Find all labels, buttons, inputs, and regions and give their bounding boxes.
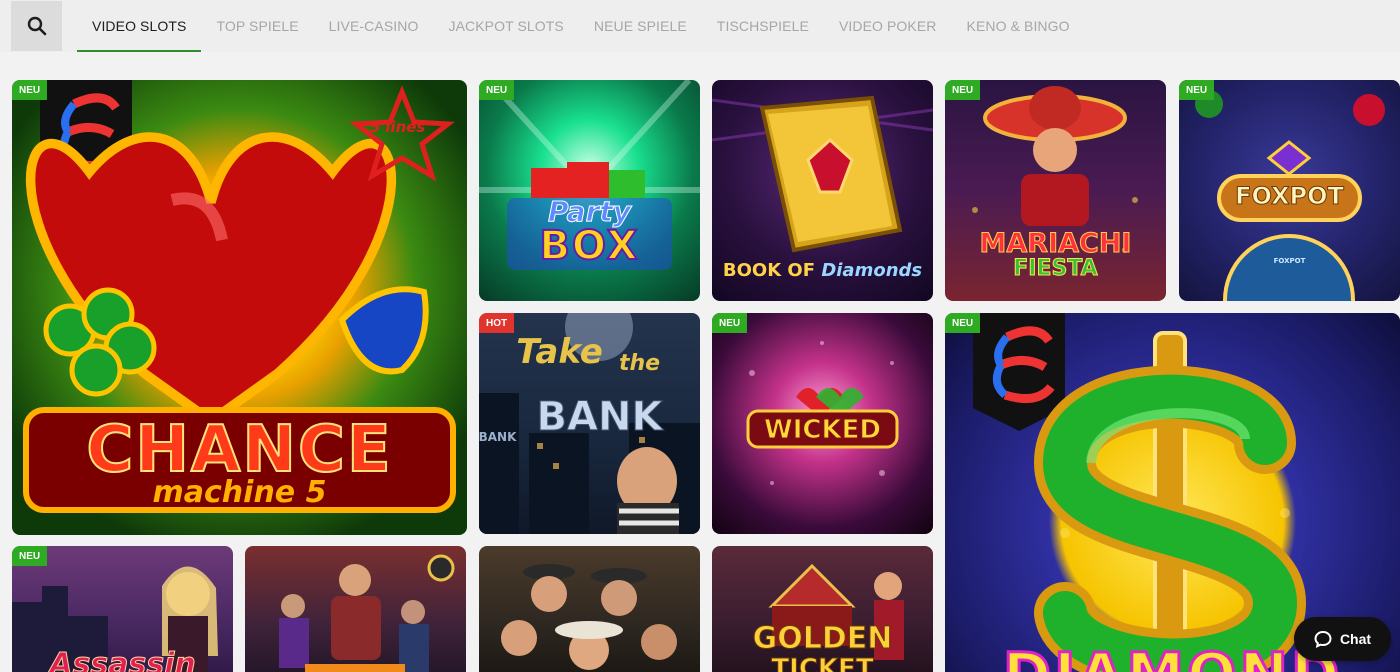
chat-label: Chat xyxy=(1339,631,1372,647)
game-subtitle: machine 5 xyxy=(152,475,327,510)
category-tabs: VIDEO SLOTS TOP SPIELE LIVE-CASINO JACKP… xyxy=(77,0,1085,52)
game-title: BOOK OF Diamonds xyxy=(712,262,933,280)
game-tile-assassin[interactable]: NEU Assassin xyxy=(12,546,233,672)
category-navbar: VIDEO SLOTS TOP SPIELE LIVE-CASINO JACKP… xyxy=(0,0,1400,52)
tab-video-slots[interactable]: VIDEO SLOTS xyxy=(77,0,202,52)
hot-badge: HOT xyxy=(479,313,515,333)
game-title: FOXPOT xyxy=(1235,182,1345,210)
game-tile-party-box[interactable]: NEU Party BOX xyxy=(479,80,700,301)
tab-keno-bingo[interactable]: KENO & BINGO xyxy=(952,0,1085,52)
game-title: GOLDEN xyxy=(752,621,893,656)
new-badge: NEU xyxy=(945,80,981,100)
game-subtitle: FIESTA xyxy=(1013,256,1098,281)
tab-top-spiele[interactable]: TOP SPIELE xyxy=(201,0,313,52)
game-subtitle: BOX xyxy=(539,223,640,269)
new-badge: NEU xyxy=(12,546,48,566)
game-title: MARIACHI xyxy=(979,228,1132,259)
game-tile-take-the-bank[interactable]: HOT Take the BANK BANK xyxy=(479,313,700,534)
game-tile-golden-ticket[interactable]: GOLDEN TICKET xyxy=(712,546,933,672)
mafia-artwork xyxy=(501,564,677,670)
tab-neue-spiele[interactable]: NEUE SPIELE xyxy=(579,0,702,52)
game-tile-chance-machine-5[interactable]: NEU CHANCE machine 5 5 lines xyxy=(12,80,467,535)
game-title-line1: BOOK OF xyxy=(722,260,816,281)
game-title: Party xyxy=(547,195,632,228)
tab-video-poker[interactable]: VIDEO POKER xyxy=(824,0,952,52)
game-tile-mafia[interactable] xyxy=(479,546,700,672)
search-button[interactable] xyxy=(11,1,62,51)
game-tile-book-of-diamonds[interactable]: BOOK OF Diamonds xyxy=(712,80,933,301)
search-icon xyxy=(27,16,46,36)
wheel-label: FOXPOT xyxy=(1273,257,1306,265)
new-badge: NEU xyxy=(479,80,515,100)
new-badge: NEU xyxy=(1179,80,1215,100)
game-tile-wicked[interactable]: NEU WICKED xyxy=(712,313,933,534)
game-title: CHANCE xyxy=(85,413,393,487)
game-title-the: the xyxy=(618,351,661,376)
tab-tischspiele[interactable]: TISCHSPIELE xyxy=(702,0,824,52)
chat-bubble-icon xyxy=(1314,630,1332,648)
heroes-artwork xyxy=(279,554,455,672)
new-badge: NEU xyxy=(712,313,748,333)
game-tile-mariachi-fiesta[interactable]: NEU MARIACHI FIESTA xyxy=(945,80,1166,301)
star-lines-label: 5 lines xyxy=(369,118,426,136)
game-tile-foxpot[interactable]: NEU FOXPOT FOXPOT xyxy=(1179,80,1400,301)
chat-button[interactable]: Chat xyxy=(1294,617,1391,661)
tab-live-casino[interactable]: LIVE-CASINO xyxy=(314,0,434,52)
game-title: Assassin xyxy=(49,647,197,672)
game-subtitle: TICKET xyxy=(771,654,874,672)
new-badge: NEU xyxy=(945,313,981,333)
bank-sign-label: BANK xyxy=(479,430,517,444)
game-tile-heroes[interactable] xyxy=(245,546,466,672)
tab-jackpot-slots[interactable]: JACKPOT SLOTS xyxy=(433,0,578,52)
new-badge: NEU xyxy=(12,80,48,100)
game-title: WICKED xyxy=(764,415,882,445)
game-title-line2: Diamonds xyxy=(821,260,923,281)
